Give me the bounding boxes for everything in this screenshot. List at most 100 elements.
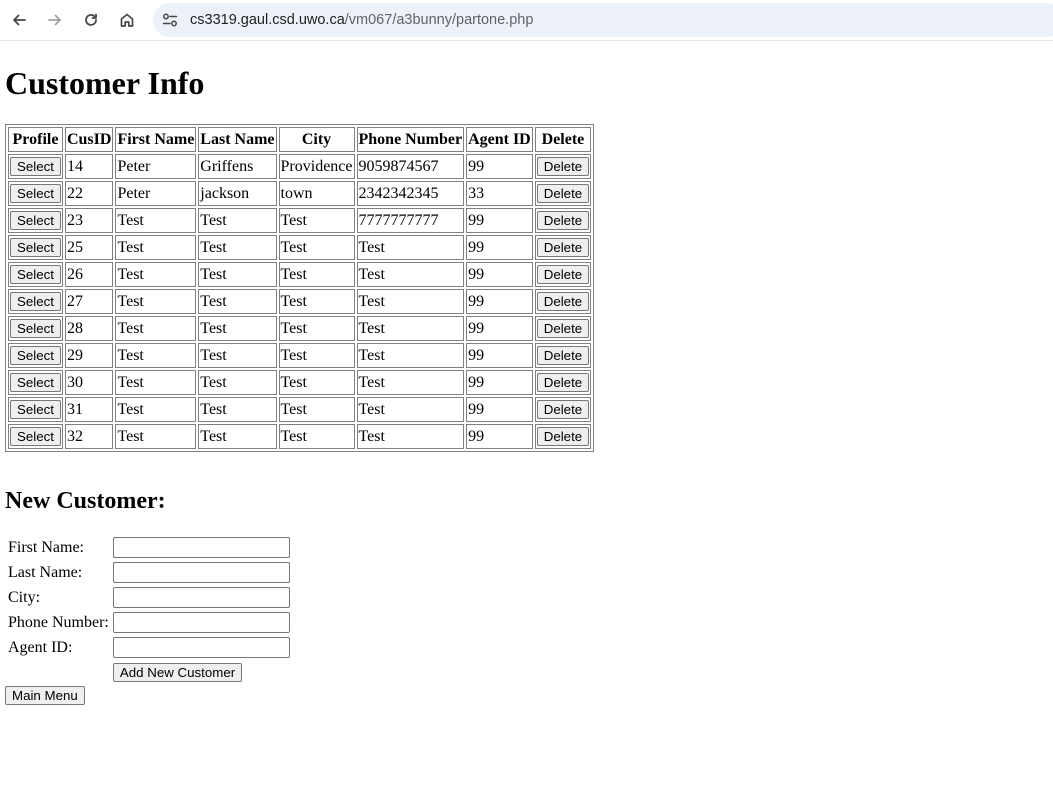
form-row: City: xyxy=(7,586,291,609)
city-cell: town xyxy=(278,181,355,206)
phone-number-cell: Test xyxy=(356,370,465,395)
form-submit-row: Add New Customer xyxy=(7,661,291,684)
city-cell: Test xyxy=(278,289,355,314)
last-name-cell: Test xyxy=(198,235,277,260)
select-button[interactable]: Select xyxy=(10,184,61,203)
profile-cell: Select xyxy=(8,154,63,179)
cusid-cell: 32 xyxy=(64,424,114,449)
last-name-cell: jackson xyxy=(198,181,277,206)
first-name-cell: Test xyxy=(115,289,197,314)
delete-button[interactable]: Delete xyxy=(536,292,590,311)
agent-id-cell: 99 xyxy=(466,397,533,422)
header-city: City xyxy=(278,127,355,152)
home-button[interactable] xyxy=(114,7,140,33)
select-button[interactable]: Select xyxy=(10,157,61,176)
delete-button[interactable]: Delete xyxy=(536,373,590,392)
main-menu-button[interactable]: Main Menu xyxy=(5,686,85,705)
city-input-cell xyxy=(112,586,291,609)
url-host: cs3319.gaul.csd.uwo.ca xyxy=(190,12,345,28)
delete-button[interactable]: Delete xyxy=(536,184,590,203)
delete-cell: Delete xyxy=(534,397,592,422)
profile-cell: Select xyxy=(8,208,63,233)
address-bar[interactable]: cs3319.gaul.csd.uwo.ca/vm067/a3bunny/par… xyxy=(153,3,1053,37)
delete-button[interactable]: Delete xyxy=(536,211,590,230)
delete-button[interactable]: Delete xyxy=(536,238,590,257)
select-button[interactable]: Select xyxy=(10,373,61,392)
form-row: Agent ID: xyxy=(7,636,291,659)
delete-button[interactable]: Delete xyxy=(536,427,590,446)
reload-icon xyxy=(85,13,97,26)
select-button[interactable]: Select xyxy=(10,319,61,338)
table-row: Select 32 Test Test Test Test 99 Delete xyxy=(8,424,592,449)
cusid-cell: 28 xyxy=(64,316,114,341)
delete-button[interactable]: Delete xyxy=(536,157,590,176)
phone-number-cell: Test xyxy=(356,262,465,287)
table-row: Select 14 Peter Griffens Providence 905987456… xyxy=(8,154,592,179)
table-row: Select 25 Test Test Test Test 99 Delete xyxy=(8,235,592,260)
profile-cell: Select xyxy=(8,262,63,287)
cusid-cell: 31 xyxy=(64,397,114,422)
site-info-icon[interactable] xyxy=(161,11,179,29)
back-button[interactable] xyxy=(6,7,32,33)
city-cell: Test xyxy=(278,424,355,449)
first-name-cell: Test xyxy=(115,235,197,260)
select-button[interactable]: Select xyxy=(10,238,61,257)
delete-button[interactable]: Delete xyxy=(536,319,590,338)
select-button[interactable]: Select xyxy=(10,400,61,419)
header-agent-id: Agent ID xyxy=(466,127,533,152)
customer-table: Profile CusID First Name Last Name City Phone… xyxy=(5,124,595,452)
delete-button[interactable]: Delete xyxy=(536,346,590,365)
agent-id-label: Agent ID: xyxy=(8,639,73,656)
select-button[interactable]: Select xyxy=(10,265,61,284)
profile-cell: Select xyxy=(8,370,63,395)
select-button[interactable]: Select xyxy=(10,427,61,446)
table-row: Select 23 Test Test Test 7777777777 99 Delete xyxy=(8,208,592,233)
agent-id-cell: 99 xyxy=(466,235,533,260)
first-name-cell: Test xyxy=(115,208,197,233)
first-name-input-cell xyxy=(112,536,291,559)
delete-cell: Delete xyxy=(534,262,592,287)
last-name-cell: Test xyxy=(198,208,277,233)
browser-toolbar: cs3319.gaul.csd.uwo.ca/vm067/a3bunny/par… xyxy=(0,0,1053,41)
back-arrow-icon xyxy=(13,14,26,26)
delete-button[interactable]: Delete xyxy=(536,265,590,284)
phone-number-cell: Test xyxy=(356,289,465,314)
reload-button[interactable] xyxy=(78,7,104,33)
profile-cell: Select xyxy=(8,397,63,422)
profile-cell: Select xyxy=(8,343,63,368)
first-name-cell: Peter xyxy=(115,154,197,179)
agent-id-cell: 99 xyxy=(466,262,533,287)
select-button[interactable]: Select xyxy=(10,292,61,311)
phone-number-input[interactable] xyxy=(112,612,290,633)
phone-number-cell: Test xyxy=(356,397,465,422)
last-name-cell: Test xyxy=(198,289,277,314)
city-cell: Test xyxy=(278,316,355,341)
phone-number-cell: Test xyxy=(356,343,465,368)
header-profile: Profile xyxy=(8,127,63,152)
select-button[interactable]: Select xyxy=(10,346,61,365)
last-name-input-cell xyxy=(112,561,291,584)
agent-id-cell: 99 xyxy=(466,208,533,233)
url-path: /vm067/a3bunny/partone.php xyxy=(344,12,534,28)
first-name-cell: Test xyxy=(115,370,197,395)
last-name-input[interactable] xyxy=(112,562,290,583)
delete-cell: Delete xyxy=(534,154,592,179)
delete-button[interactable]: Delete xyxy=(536,400,590,419)
agent-id-cell: 99 xyxy=(466,370,533,395)
city-cell: Test xyxy=(278,343,355,368)
delete-cell: Delete xyxy=(534,289,592,314)
phone-number-cell: Test xyxy=(356,424,465,449)
add-new-customer-button[interactable]: Add New Customer xyxy=(112,663,243,682)
phone-number-input-cell xyxy=(112,611,291,634)
select-button[interactable]: Select xyxy=(10,211,61,230)
url-text[interactable]: cs3319.gaul.csd.uwo.ca/vm067/a3bunny/par… xyxy=(190,11,533,29)
page-title: Customer Info xyxy=(5,65,205,101)
first-name-cell: Test xyxy=(115,424,197,449)
forward-button[interactable] xyxy=(42,7,68,33)
first-name-input[interactable] xyxy=(112,537,290,558)
city-input[interactable] xyxy=(112,587,290,608)
city-cell: Test xyxy=(278,370,355,395)
new-customer-form: First Name: Last Name: City: Phone Number: A… xyxy=(5,534,293,686)
agent-id-input[interactable] xyxy=(112,637,290,658)
delete-cell: Delete xyxy=(534,424,592,449)
